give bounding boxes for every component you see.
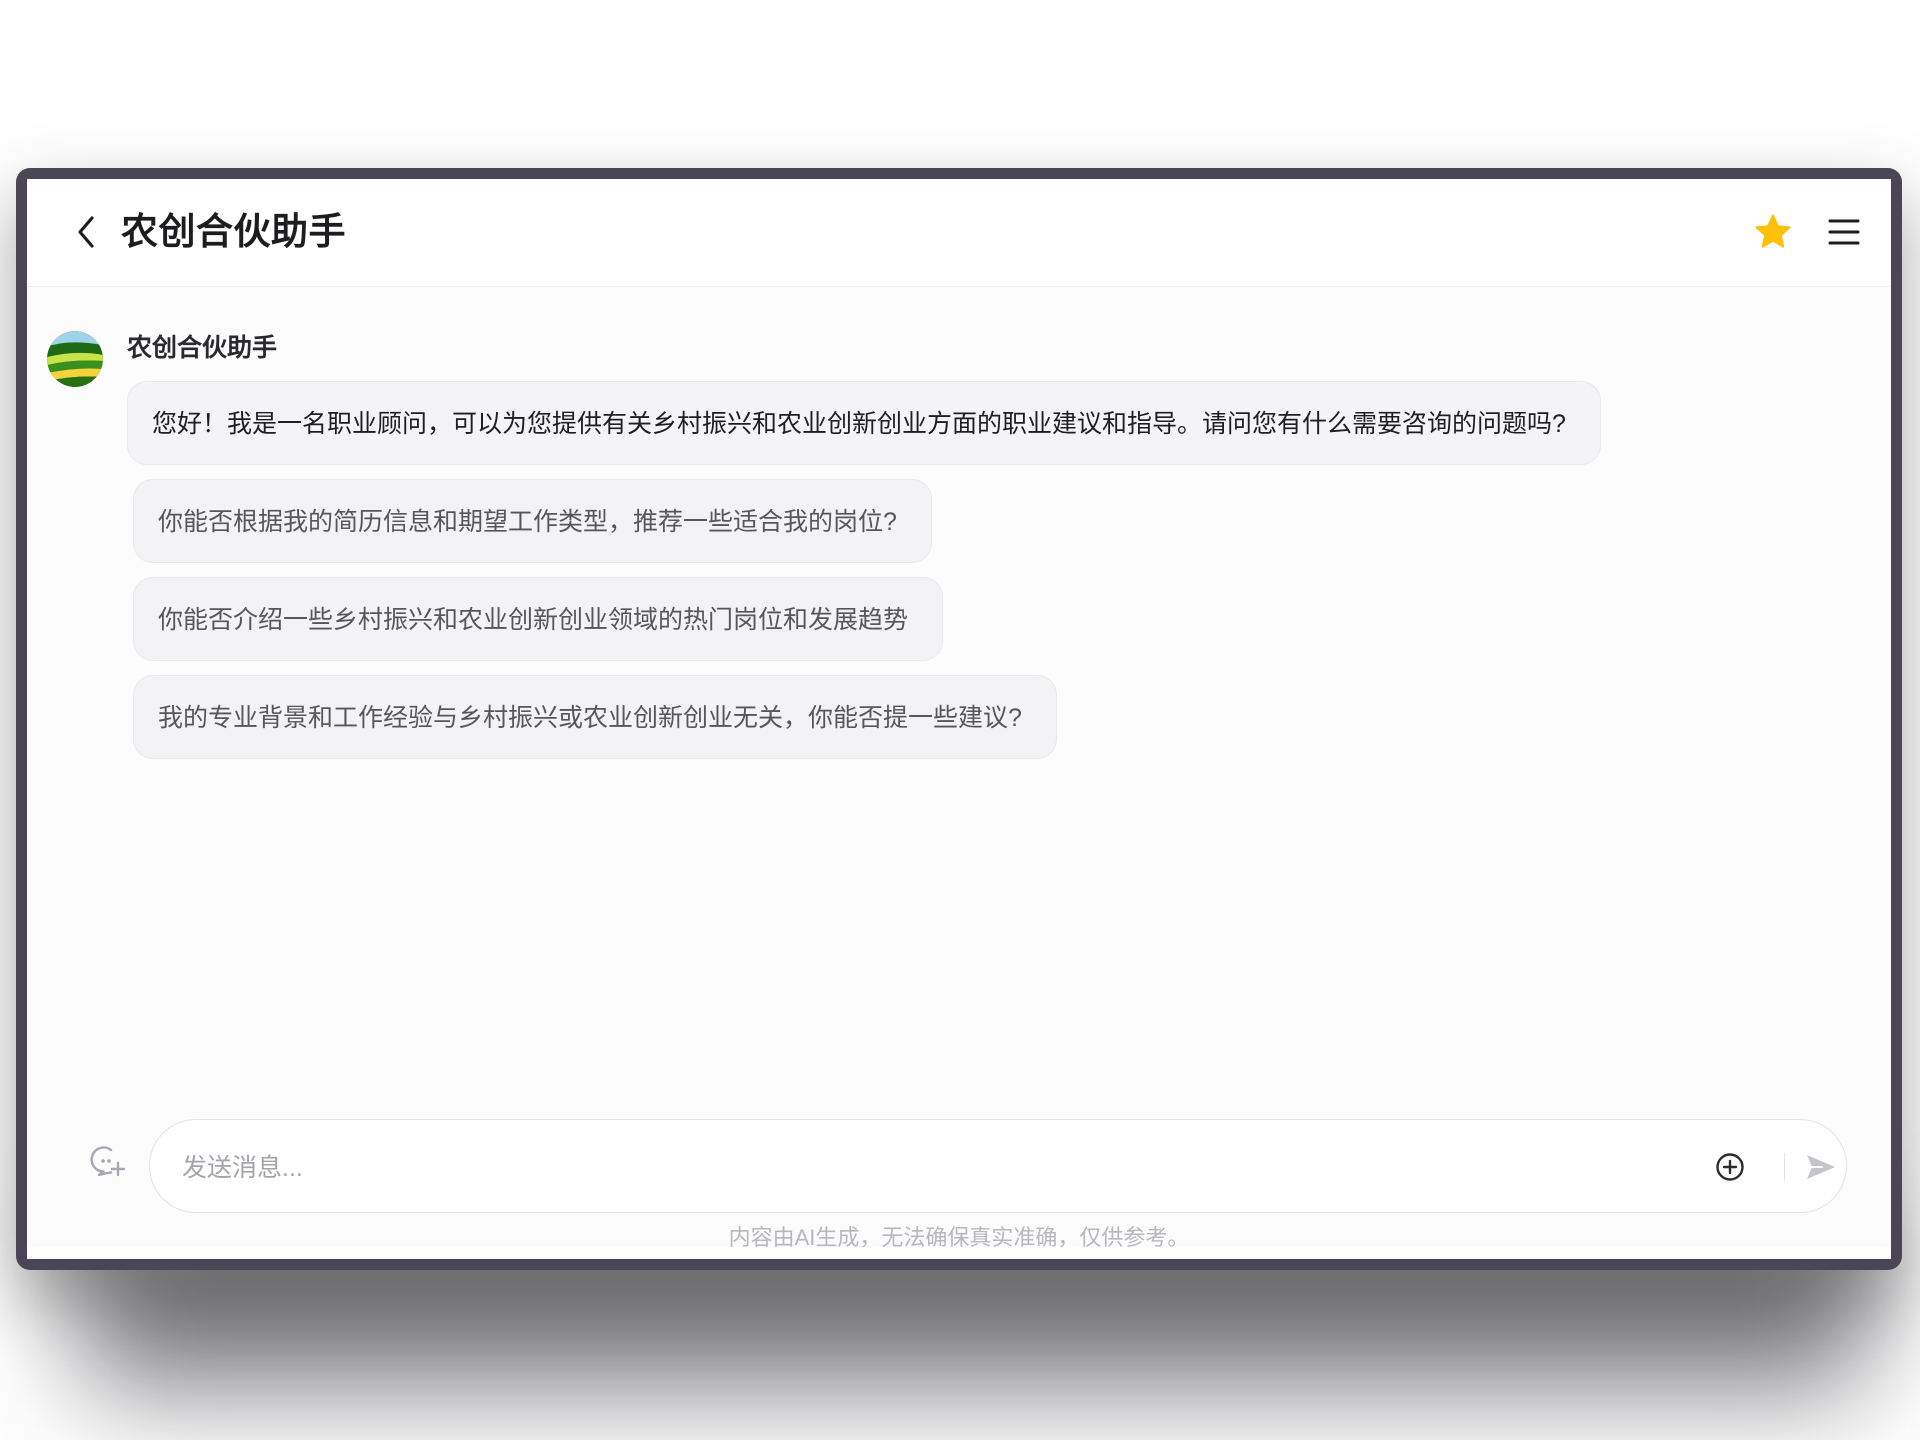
composer-divider — [1784, 1153, 1785, 1181]
ai-disclaimer: 内容由AI生成，无法确保真实准确，仅供参考。 — [728, 1225, 1190, 1250]
app-screen: 农创合伙助手 农创合伙助手 您好！我是一名职业顾问，可以为您提供有关乡村振兴和农… — [27, 179, 1891, 1259]
favorite-button[interactable] — [1753, 212, 1793, 252]
suggested-question[interactable]: 你能否介绍一些乡村振兴和农业创新创业领域的热门岗位和发展趋势 — [133, 577, 944, 661]
suggested-question[interactable]: 我的专业背景和工作经验与乡村振兴或农业创新创业无关，你能否提一些建议? — [133, 675, 1057, 759]
plus-circle-icon — [1716, 1153, 1744, 1181]
star-icon — [1755, 214, 1791, 248]
device-frame: 农创合伙助手 农创合伙助手 您好！我是一名职业顾问，可以为您提供有关乡村振兴和农… — [16, 168, 1902, 1270]
new-chat-button[interactable] — [89, 1141, 129, 1181]
back-button[interactable] — [67, 212, 107, 252]
chat-area[interactable]: 农创合伙助手 您好！我是一名职业顾问，可以为您提供有关乡村振兴和农业创新创业方面… — [27, 287, 1891, 1247]
bot-avatar — [47, 331, 103, 387]
menu-button[interactable] — [1823, 212, 1863, 252]
bot-name: 农创合伙助手 — [127, 334, 278, 362]
message-composer — [149, 1119, 1847, 1213]
page: 农创合伙助手 农创合伙助手 您好！我是一名职业顾问，可以为您提供有关乡村振兴和农… — [0, 0, 1920, 1440]
send-icon — [1807, 1155, 1835, 1179]
chevron-left-icon — [78, 216, 94, 248]
attach-button[interactable] — [1710, 1147, 1750, 1187]
bot-message: 您好！我是一名职业顾问，可以为您提供有关乡村振兴和农业创新创业方面的职业建议和指… — [127, 381, 1601, 465]
message-input[interactable] — [180, 1142, 1434, 1194]
send-button[interactable] — [1800, 1147, 1840, 1187]
menu-icon — [1828, 219, 1860, 245]
suggested-question[interactable]: 你能否根据我的简历信息和期望工作类型，推荐一些适合我的岗位? — [133, 479, 932, 563]
top-bar: 农创合伙助手 — [27, 179, 1891, 287]
new-chat-icon — [90, 1146, 126, 1177]
page-title: 农创合伙助手 — [121, 211, 346, 252]
field-landscape-icon — [47, 331, 103, 387]
